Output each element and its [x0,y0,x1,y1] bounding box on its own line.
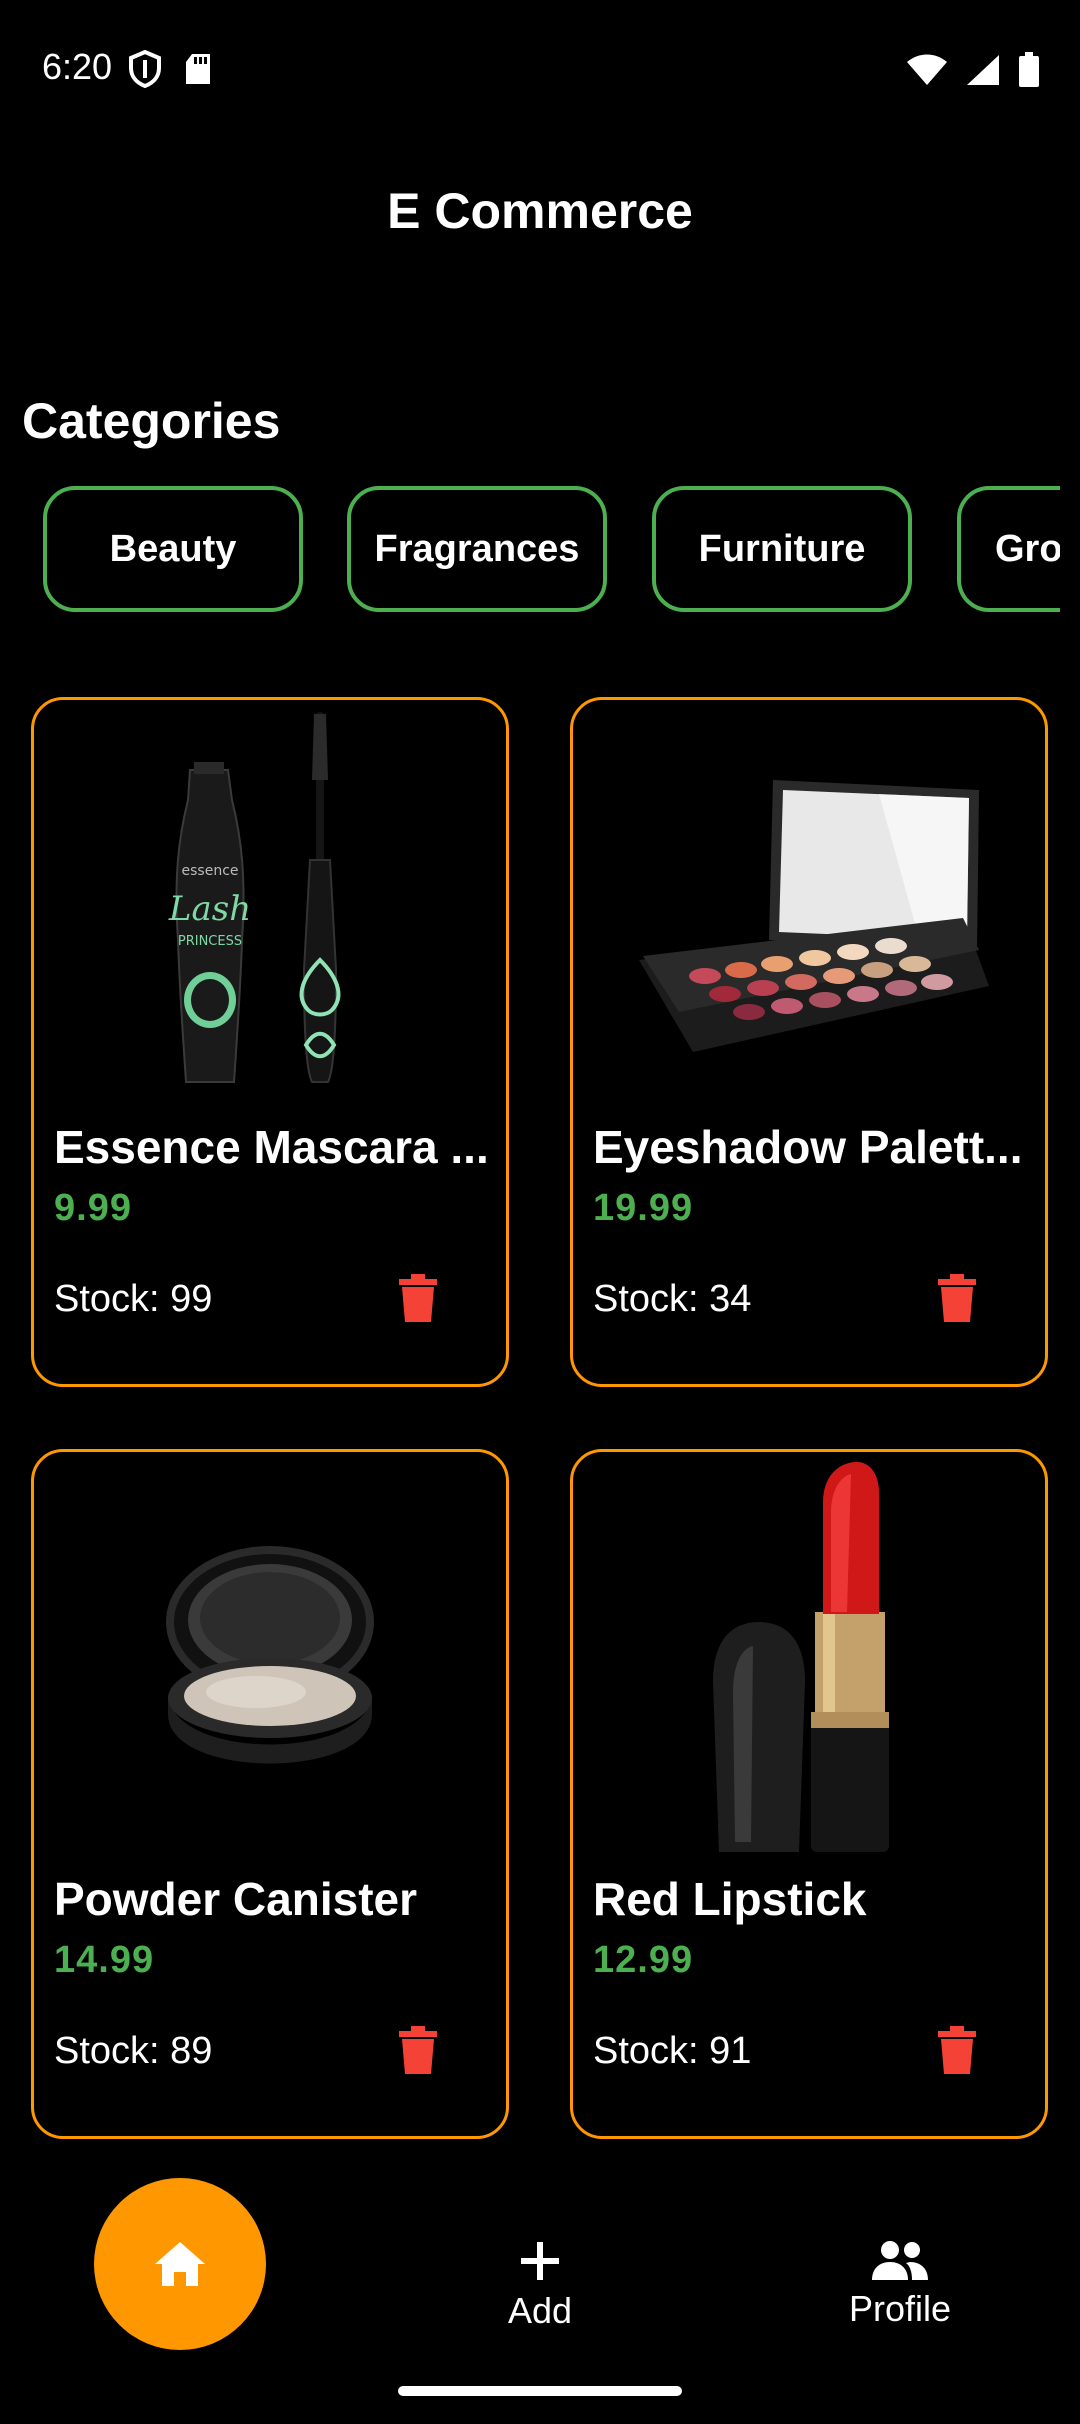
trash-icon [399,1274,437,1322]
wifi-icon [907,54,947,85]
eyeshadow-palette-image [639,780,989,1052]
trash-icon [399,2026,437,2074]
shield-icon [129,50,161,88]
people-icon [872,2241,928,2280]
battery-icon [1019,52,1039,87]
category-chip-beauty[interactable]: Beauty [43,486,303,612]
plus-icon [521,2242,559,2280]
product-name: Red Lipstick [593,1873,867,1925]
signal-icon [967,55,999,85]
product-image [573,700,1045,1120]
powder-canister-image [166,1546,374,1764]
category-chip-furniture[interactable]: Furniture [652,486,912,612]
product-price: 12.99 [593,1939,694,1981]
delete-button[interactable] [935,2022,979,2078]
home-button[interactable] [94,2178,266,2350]
delete-button[interactable] [935,1270,979,1326]
status-time: 6:20 [42,46,113,87]
status-left-icons [128,50,212,88]
trash-icon [938,1274,976,1322]
product-name: Essence Mascara ... [54,1121,489,1173]
delete-button[interactable] [396,2022,440,2078]
product-price: 9.99 [54,1187,132,1229]
product-image: essence Lash PRINCESS [34,700,506,1120]
trash-icon [938,2026,976,2074]
app-title: E Commerce [387,183,693,239]
product-stock: Stock: 34 [593,1278,752,1320]
product-price: 14.99 [54,1939,155,1981]
product-name: Powder Canister [54,1873,417,1925]
categories-title: Categories [22,393,281,449]
product-stock: Stock: 99 [54,1278,213,1320]
nav-profile-label: Profile [848,2288,952,2329]
delete-button[interactable] [396,1270,440,1326]
status-bar: 6:20 [0,0,1080,140]
svg-text:essence: essence [182,863,239,879]
nav-add[interactable]: Add [440,2240,640,2332]
category-chip-fragrances[interactable]: Fragrances [347,486,607,612]
gesture-home-indicator[interactable] [398,2386,682,2396]
svg-text:Lash: Lash [168,889,251,929]
lipstick-image [713,1462,889,1852]
bottom-nav: Add Profile [0,2160,1080,2424]
nav-profile[interactable]: Profile [800,2240,1000,2330]
home-icon [155,2242,205,2286]
status-right-icons [906,52,1040,88]
mascara-image: essence Lash PRINCESS [168,712,341,1083]
product-image [34,1452,506,1872]
product-name: Eyeshadow Palett... [593,1121,1023,1173]
category-chips[interactable]: Beauty Fragrances Furniture Gro [0,486,1060,612]
product-card[interactable]: Red Lipstick 12.99 Stock: 91 [570,1449,1048,2139]
product-image [573,1452,1045,1872]
product-card[interactable]: Powder Canister 14.99 Stock: 89 [31,1449,509,2139]
product-card[interactable]: Eyeshadow Palett... 19.99 Stock: 34 [570,697,1048,1387]
product-stock: Stock: 91 [593,2030,752,2072]
product-stock: Stock: 89 [54,2030,213,2072]
app-screen: 6:20 E Commerce Categories Beauty Fragra… [0,0,1080,2424]
product-price: 19.99 [593,1187,694,1229]
product-card[interactable]: essence Lash PRINCESS Essence Mascara ..… [31,697,509,1387]
nav-add-label: Add [507,2290,573,2331]
category-chip-groceries[interactable]: Gro [957,486,1060,612]
svg-text:PRINCESS: PRINCESS [178,934,242,949]
sd-card-icon [186,54,210,84]
